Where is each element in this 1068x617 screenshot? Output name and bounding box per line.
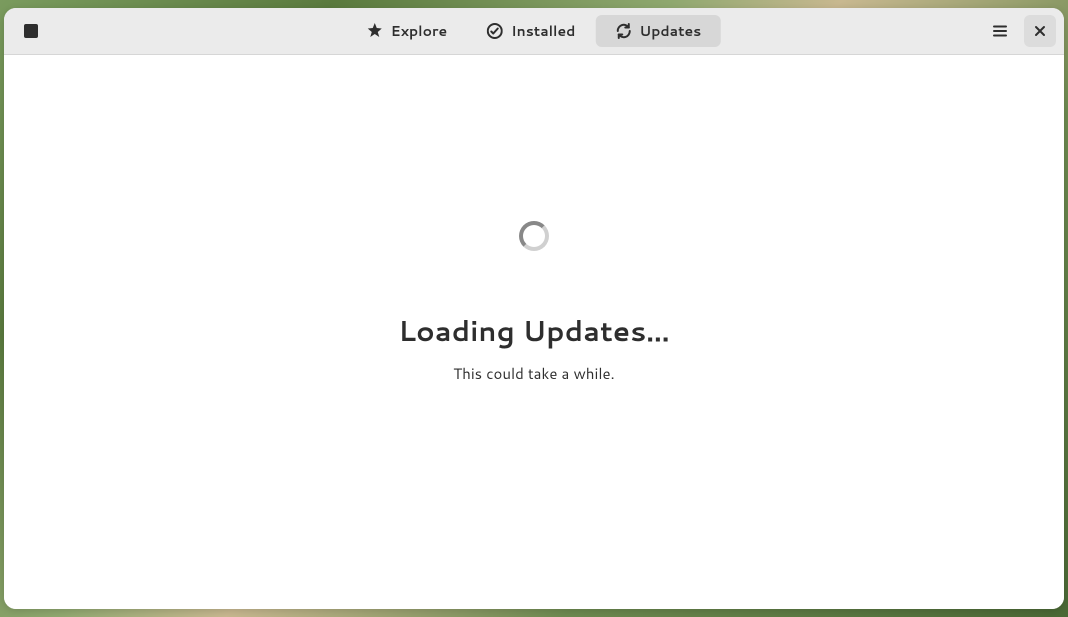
loading-spinner — [519, 221, 549, 251]
close-icon — [1033, 24, 1047, 38]
header-loading-indicator — [24, 24, 38, 38]
headerbar-right — [984, 15, 1056, 47]
menu-button[interactable] — [984, 15, 1016, 47]
tab-updates-label: Updates — [639, 21, 701, 41]
hamburger-icon — [992, 23, 1008, 39]
loading-subtitle: This could take a while. — [453, 363, 614, 384]
updates-icon — [615, 23, 631, 39]
tab-installed[interactable]: Installed — [467, 15, 595, 47]
tab-installed-label: Installed — [511, 21, 575, 41]
close-button[interactable] — [1024, 15, 1056, 47]
headerbar-left — [12, 24, 132, 38]
loading-title: Loading Updates… — [398, 311, 669, 351]
software-window: Explore Installed Upda — [4, 8, 1064, 609]
explore-icon — [367, 23, 383, 39]
installed-icon — [487, 23, 503, 39]
tab-explore-label: Explore — [391, 21, 447, 41]
tab-explore[interactable]: Explore — [347, 15, 467, 47]
view-switcher: Explore Installed Upda — [347, 15, 721, 47]
headerbar: Explore Installed Upda — [4, 8, 1064, 55]
tab-updates[interactable]: Updates — [595, 15, 721, 47]
content-area: Loading Updates… This could take a while… — [4, 55, 1064, 609]
